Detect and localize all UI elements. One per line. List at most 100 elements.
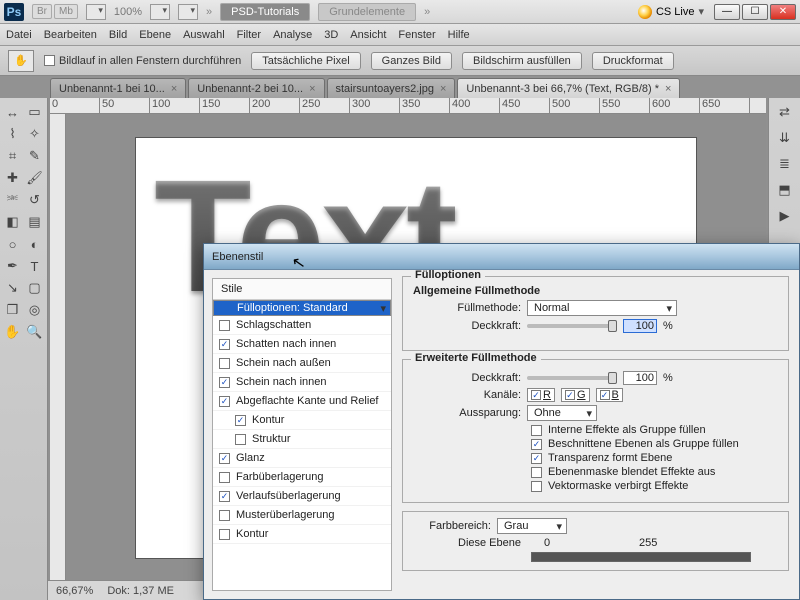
eraser-tool-icon[interactable]: ◧ xyxy=(2,212,24,232)
opt-layermask-hides[interactable]: Ebenenmaske blendet Effekte aus xyxy=(531,466,778,478)
fit-screen-button[interactable]: Ganzes Bild xyxy=(371,52,452,70)
pen-tool-icon[interactable]: ✒ xyxy=(2,256,24,276)
blend-mode-select[interactable]: Normal xyxy=(527,300,677,316)
style-row[interactable]: Kontur xyxy=(213,525,391,544)
fill-opacity-input[interactable]: 100 xyxy=(623,371,657,385)
heal-tool-icon[interactable]: ✚ xyxy=(2,168,24,188)
checkbox-icon[interactable] xyxy=(219,453,230,464)
bridge-chip[interactable]: Br xyxy=(32,4,52,19)
screenmode-dropdown[interactable] xyxy=(86,4,106,20)
crop-tool-icon[interactable]: ⌗ xyxy=(2,146,24,166)
checkbox-icon[interactable] xyxy=(219,396,230,407)
style-row[interactable]: Farbüberlagerung xyxy=(213,468,391,487)
menu-3d[interactable]: 3D xyxy=(324,29,338,41)
panel-icon[interactable]: ⇊ xyxy=(774,128,796,148)
document-tab[interactable]: Unbenannt-3 bei 66,7% (Text, RGB/8) *× xyxy=(457,78,680,98)
opacity-input[interactable]: 100 xyxy=(623,319,657,333)
actual-pixels-button[interactable]: Tatsächliche Pixel xyxy=(251,52,360,70)
lasso-tool-icon[interactable]: ⌇ xyxy=(2,124,24,144)
shape-tool-icon[interactable]: ▢ xyxy=(24,278,46,298)
panel-icon[interactable]: ⬒ xyxy=(774,180,796,200)
channel-g-checkbox[interactable]: G xyxy=(561,388,590,402)
style-row[interactable]: Schlagschatten xyxy=(213,316,391,335)
brush-tool-icon[interactable]: 🖌 xyxy=(24,168,46,188)
menu-ansicht[interactable]: Ansicht xyxy=(350,29,386,41)
menu-auswahl[interactable]: Auswahl xyxy=(183,29,225,41)
checkbox-icon[interactable] xyxy=(235,415,246,426)
3d-tool-icon[interactable]: ❒ xyxy=(2,300,24,320)
style-row[interactable]: Kontur xyxy=(213,411,391,430)
zoom-tool-icon[interactable]: 🔍 xyxy=(24,322,46,342)
checkbox-icon[interactable] xyxy=(235,434,246,445)
type-tool-icon[interactable]: T xyxy=(24,256,46,276)
fill-screen-button[interactable]: Bildschirm ausfüllen xyxy=(462,52,582,70)
close-icon[interactable]: × xyxy=(665,83,671,95)
menu-bild[interactable]: Bild xyxy=(109,29,127,41)
marquee-tool-icon[interactable]: ▭ xyxy=(24,102,46,122)
checkbox-icon[interactable] xyxy=(219,377,230,388)
style-row[interactable]: Musterüberlagerung xyxy=(213,506,391,525)
checkbox-icon[interactable] xyxy=(219,472,230,483)
style-row[interactable]: Schatten nach innen xyxy=(213,335,391,354)
scroll-all-windows-checkbox[interactable]: Bildlauf in allen Fenstern durchführen xyxy=(44,55,241,67)
panel-icon[interactable]: ≣ xyxy=(774,154,796,174)
panel-icon[interactable]: ▶ xyxy=(774,206,796,226)
close-icon[interactable]: × xyxy=(171,83,177,95)
menu-hilfe[interactable]: Hilfe xyxy=(448,29,470,41)
opt-vectormask-hides[interactable]: Vektormaske verbirgt Effekte xyxy=(531,480,778,492)
channel-b-checkbox[interactable]: B xyxy=(596,388,623,402)
blend-if-select[interactable]: Grau xyxy=(497,518,567,534)
arrange-dropdown[interactable] xyxy=(178,4,198,20)
opacity-slider[interactable] xyxy=(527,324,617,328)
document-tab[interactable]: Unbenannt-1 bei 10...× xyxy=(50,78,186,98)
stamp-tool-icon[interactable]: ⎃ xyxy=(2,190,24,210)
menu-ebene[interactable]: Ebene xyxy=(139,29,171,41)
print-size-button[interactable]: Druckformat xyxy=(592,52,674,70)
eyedropper-tool-icon[interactable]: ✎ xyxy=(24,146,46,166)
menu-filter[interactable]: Filter xyxy=(237,29,261,41)
current-tool-icon[interactable]: ✋ xyxy=(8,50,34,72)
gradient-tool-icon[interactable]: ▤ xyxy=(24,212,46,232)
checkbox-icon[interactable] xyxy=(219,529,230,540)
menu-fenster[interactable]: Fenster xyxy=(398,29,435,41)
minibridge-chip[interactable]: Mb xyxy=(54,4,78,19)
style-row[interactable]: Fülloptionen: Standard xyxy=(213,300,391,316)
dodge-tool-icon[interactable]: ◐ xyxy=(24,234,46,254)
wand-tool-icon[interactable]: ✧ xyxy=(24,124,46,144)
workspace-grundelemente[interactable]: Grundelemente xyxy=(318,3,416,21)
menu-bearbeiten[interactable]: Bearbeiten xyxy=(44,29,97,41)
zoom-readout[interactable]: 100% xyxy=(114,6,142,18)
dialog-titlebar[interactable]: Ebenenstil xyxy=(204,244,799,270)
menu-datei[interactable]: Datei xyxy=(6,29,32,41)
3d-cam-tool-icon[interactable]: ◎ xyxy=(24,300,46,320)
close-icon[interactable]: × xyxy=(309,83,315,95)
history-brush-icon[interactable]: ↺ xyxy=(24,190,46,210)
checkbox-icon[interactable] xyxy=(219,510,230,521)
style-row[interactable]: Abgeflachte Kante und Relief xyxy=(213,392,391,411)
style-row[interactable]: Struktur xyxy=(213,430,391,449)
fill-opacity-slider[interactable] xyxy=(527,376,617,380)
opt-internal-effects[interactable]: Interne Effekte als Gruppe füllen xyxy=(531,424,778,436)
blend-if-slider[interactable] xyxy=(531,552,751,562)
style-row[interactable]: Verlaufsüberlagerung xyxy=(213,487,391,506)
style-row[interactable]: Schein nach innen xyxy=(213,373,391,392)
style-row[interactable]: Schein nach außen xyxy=(213,354,391,373)
close-icon[interactable]: × xyxy=(440,83,446,95)
style-row[interactable]: Glanz xyxy=(213,449,391,468)
document-tab[interactable]: stairsuntoayers2.jpg× xyxy=(327,78,456,98)
document-tab[interactable]: Unbenannt-2 bei 10...× xyxy=(188,78,324,98)
checkbox-icon[interactable] xyxy=(219,358,230,369)
checkbox-icon[interactable] xyxy=(219,320,230,331)
opt-transparency-shapes[interactable]: Transparenz formt Ebene xyxy=(531,452,778,464)
opt-clipped-layers[interactable]: Beschnittene Ebenen als Gruppe füllen xyxy=(531,438,778,450)
channel-r-checkbox[interactable]: R xyxy=(527,388,555,402)
blur-tool-icon[interactable]: ○ xyxy=(2,234,24,254)
window-maximize-button[interactable]: ☐ xyxy=(742,4,768,20)
cs-live-button[interactable]: CS Live xyxy=(656,6,695,18)
view-dropdown[interactable] xyxy=(150,4,170,20)
status-zoom[interactable]: 66,67% xyxy=(56,585,93,597)
knockout-select[interactable]: Ohne xyxy=(527,405,597,421)
move-tool-icon[interactable]: ↔ xyxy=(2,102,24,122)
workspace-psd-tutorials[interactable]: PSD-Tutorials xyxy=(220,3,310,21)
checkbox-icon[interactable] xyxy=(219,491,230,502)
